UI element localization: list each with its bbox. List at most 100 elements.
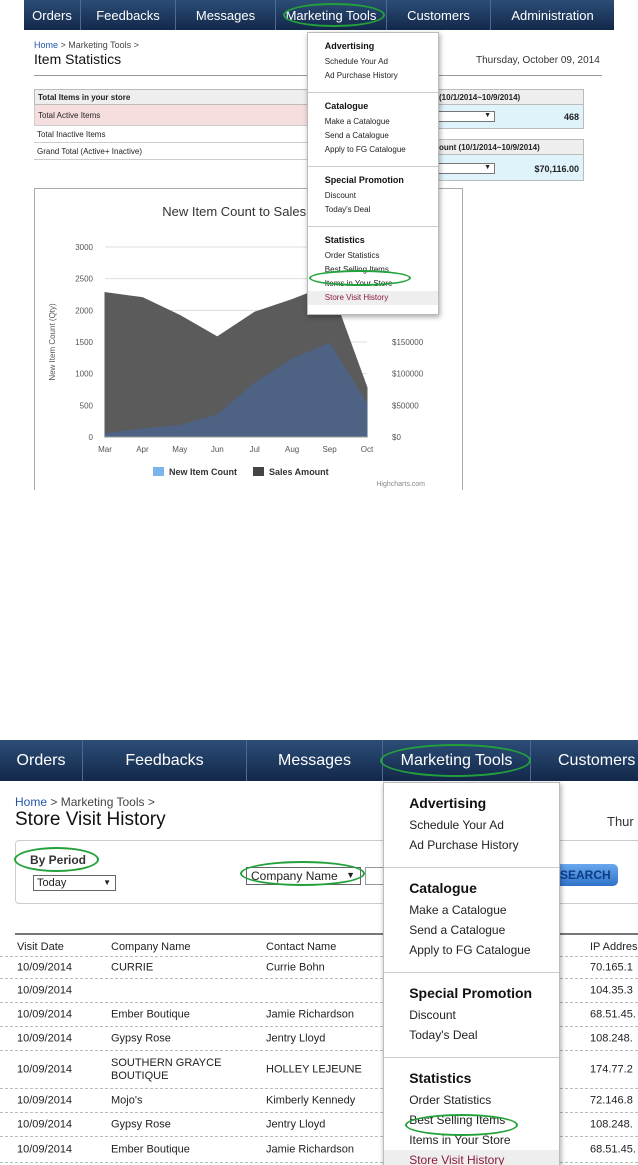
menu-item-schedule-your-ad[interactable]: Schedule Your Ad [308, 55, 438, 69]
menu-item-ad-purchase-history[interactable]: Ad Purchase History [384, 835, 559, 855]
menu-item-discount[interactable]: Discount [384, 1005, 559, 1025]
cell-ip: 72.146.8 [590, 1094, 633, 1106]
nav-orders-label: Orders [32, 7, 72, 23]
nav-messages-label: Messages [278, 751, 351, 769]
nav-orders[interactable]: Orders [24, 0, 81, 30]
menu-item-ad-purchase-history[interactable]: Ad Purchase History [308, 69, 438, 83]
store-visit-history-panel: Orders Feedbacks Messages Marketing Tool… [0, 740, 638, 1165]
nav-customers[interactable]: Customers [387, 0, 491, 30]
cell-date: 10/09/2014 [17, 1008, 73, 1020]
nav-customers-label: Customers [558, 751, 636, 769]
breadcrumb-path: > Marketing Tools > [58, 40, 139, 50]
cell-company: Ember Boutique [111, 1008, 190, 1020]
menu-item-store-visit-history[interactable]: Store Visit History [384, 1150, 559, 1165]
breadcrumb-home-link[interactable]: Home [34, 40, 58, 50]
table-header: Total Items in your store [34, 89, 310, 105]
breadcrumb-path: > Marketing Tools > [47, 795, 155, 809]
items-summary-table: Total Items in your store Total Active I… [34, 89, 310, 160]
cell-contact: HOLLEY LEJEUNE [266, 1063, 362, 1075]
period-select[interactable]: Today ▼ [33, 875, 116, 891]
cell-contact: Currie Bohn [266, 961, 325, 973]
marketing-tools-menu: Advertising Schedule Your Ad Ad Purchase H… [383, 782, 560, 1165]
top-nav-bar: Orders Feedbacks Messages Marketing Tool… [0, 740, 638, 781]
cell-ip: 68.51.45. [590, 1008, 636, 1020]
cell-contact: Jamie Richardson [266, 1008, 355, 1020]
menu-section-title: Advertising [324, 41, 375, 51]
amount-box: ▼ $70,116.00 [437, 155, 584, 181]
menu-item-apply-to-fg-catalogue[interactable]: Apply to FG Catalogue [308, 143, 438, 157]
col-visit-date: Visit Date [17, 941, 64, 953]
count-value: 468 [563, 112, 579, 122]
cell-date: 10/09/2014 [17, 1032, 73, 1044]
page-title: Item Statistics [34, 51, 122, 67]
highlight-oval [240, 861, 365, 886]
menu-section-advertising: Advertising Schedule Your Ad Ad Purchase H… [384, 783, 559, 868]
search-button[interactable]: SEARCH [556, 864, 618, 886]
menu-item-store-visit-history[interactable]: Store Visit History [308, 291, 438, 305]
breadcrumb-home-link[interactable]: Home [15, 795, 47, 809]
menu-item-order-statistics[interactable]: Order Statistics [308, 249, 438, 263]
menu-item-today-s-deal[interactable]: Today's Deal [384, 1025, 559, 1045]
cell-company: CURRIE [111, 961, 154, 973]
amount-select[interactable]: ▼ [437, 163, 495, 174]
cell-company: Gypsy Rose [111, 1118, 171, 1130]
count-box: ▼ 468 [437, 105, 584, 129]
nav-messages[interactable]: Messages [247, 740, 383, 781]
y2-tick-label: $150000 [392, 338, 424, 347]
col-company-name: Company Name [111, 941, 191, 953]
menu-item-order-statistics[interactable]: Order Statistics [384, 1090, 559, 1110]
menu-item-send-a-catalogue[interactable]: Send a Catalogue [384, 920, 559, 940]
nav-messages[interactable]: Messages [176, 0, 276, 30]
nav-administration-label: Administration [511, 7, 594, 23]
cell-company: Mojo's [111, 1094, 143, 1106]
nav-orders[interactable]: Orders [0, 740, 83, 781]
cell-company: Ember Boutique [111, 1143, 190, 1155]
highlight-oval [14, 847, 99, 872]
legend-swatch [153, 467, 164, 476]
cell-contact: Jamie Richardson [266, 1143, 355, 1155]
menu-section-title: Catalogue [409, 880, 477, 896]
count-select[interactable]: ▼ [437, 111, 495, 122]
cell-date: 10/09/2014 [17, 1118, 73, 1130]
menu-section-statistics: Statistics Order Statistics Best Selling I… [384, 1058, 559, 1165]
amount-value: $70,116.00 [534, 164, 579, 174]
y-tick-label: 500 [80, 401, 94, 410]
period-header-count: (10/1/2014~10/9/2014) [437, 89, 584, 105]
nav-administration[interactable]: Administration [491, 0, 614, 30]
menu-section-title: Catalogue [324, 101, 369, 111]
x-tick-label: Apr [136, 445, 149, 454]
y-tick-label: 1000 [75, 370, 93, 379]
current-date: Thur [607, 814, 634, 829]
menu-section-special-promotion: Special Promotion Discount Today's Deal [384, 973, 559, 1058]
menu-section-catalogue: Catalogue Make a Catalogue Send a Catalogu… [308, 93, 438, 167]
menu-item-discount[interactable]: Discount [308, 189, 438, 203]
menu-section-advertising: Advertising Schedule Your Ad Ad Purchase H… [308, 33, 438, 93]
cell-ip: 174.77.2 [590, 1063, 633, 1075]
menu-item-send-a-catalogue[interactable]: Send a Catalogue [308, 129, 438, 143]
menu-item-make-a-catalogue[interactable]: Make a Catalogue [308, 115, 438, 129]
menu-item-make-a-catalogue[interactable]: Make a Catalogue [384, 900, 559, 920]
x-tick-label: Jun [211, 445, 224, 454]
x-tick-label: Mar [98, 445, 112, 454]
y-tick-label: 3000 [75, 243, 93, 252]
legend-label: Sales Amount [269, 467, 329, 477]
col-contact-name: Contact Name [266, 941, 337, 953]
menu-section-title: Statistics [324, 235, 365, 245]
cell-ip: 104.35.3 [590, 984, 633, 996]
table-row-active: Total Active Items [34, 105, 310, 126]
menu-item-schedule-your-ad[interactable]: Schedule Your Ad [384, 815, 559, 835]
col-ip-address: IP Addres [590, 941, 638, 953]
nav-feedbacks[interactable]: Feedbacks [81, 0, 176, 30]
cell-date: 10/09/2014 [17, 984, 73, 996]
cell-company: SOUTHERN GRAYCE BOUTIQUE [111, 1056, 222, 1082]
nav-customers[interactable]: Customers [531, 740, 638, 781]
nav-feedbacks[interactable]: Feedbacks [83, 740, 247, 781]
nav-feedbacks-label: Feedbacks [96, 7, 160, 23]
cell-date: 10/09/2014 [17, 1063, 73, 1075]
breadcrumb: Home > Marketing Tools > [15, 795, 155, 809]
menu-item-apply-to-fg-catalogue[interactable]: Apply to FG Catalogue [384, 940, 559, 960]
highlight-oval [309, 270, 411, 286]
menu-section-title: Statistics [409, 1070, 472, 1086]
y-tick-label: 0 [89, 433, 94, 442]
menu-item-today-s-deal[interactable]: Today's Deal [308, 203, 438, 217]
